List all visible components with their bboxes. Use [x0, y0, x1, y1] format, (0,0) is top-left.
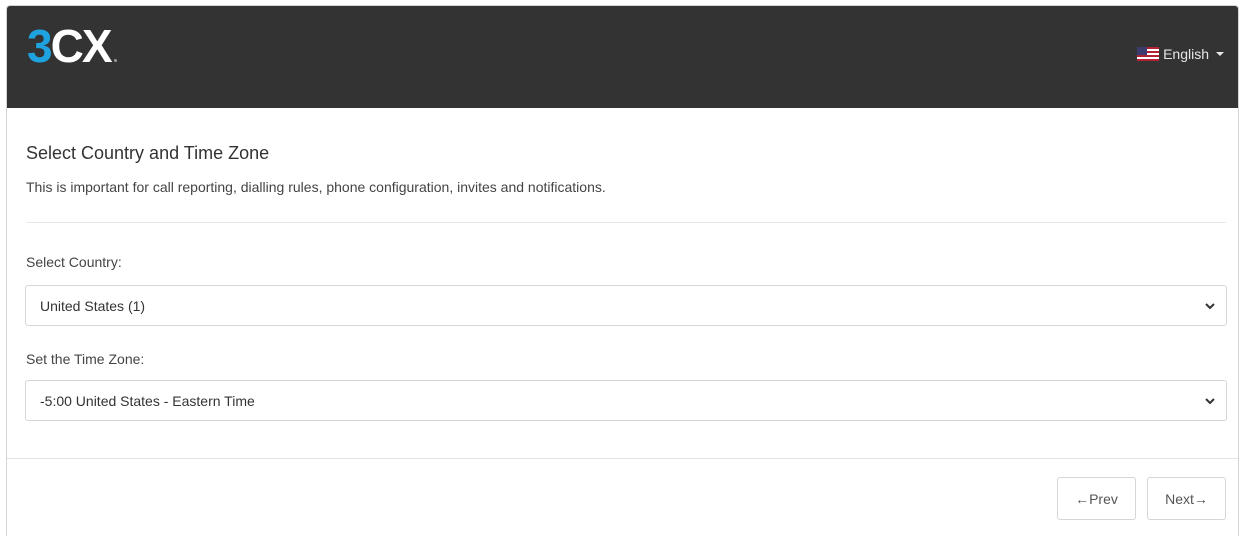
section-divider	[26, 222, 1226, 223]
chevron-down-icon	[1205, 398, 1215, 405]
top-bar: 3 CX English	[7, 6, 1238, 108]
caret-down-icon	[1216, 52, 1224, 56]
language-label: English	[1163, 46, 1209, 62]
timezone-label: Set the Time Zone:	[26, 351, 145, 367]
next-button[interactable]: Next→	[1147, 477, 1226, 520]
country-label: Select Country:	[26, 254, 122, 270]
timezone-select[interactable]: -5:00 United States - Eastern Time	[25, 380, 1227, 421]
page-subtitle: This is important for call reporting, di…	[26, 179, 606, 195]
3cx-logo: 3 CX	[27, 22, 117, 70]
footer-divider	[7, 458, 1238, 459]
prev-button[interactable]: ←Prev	[1057, 477, 1136, 520]
timezone-select-value: -5:00 United States - Eastern Time	[40, 392, 255, 409]
page-title: Select Country and Time Zone	[26, 143, 270, 163]
country-select-value: United States (1)	[40, 297, 146, 314]
chevron-down-icon	[1205, 303, 1215, 310]
wizard-window: 3 CX English Select Country and Time Zone…	[6, 5, 1239, 536]
language-dropdown[interactable]: English	[1137, 46, 1224, 62]
us-flag-icon	[1137, 47, 1160, 61]
country-select[interactable]: United States (1)	[25, 285, 1227, 326]
